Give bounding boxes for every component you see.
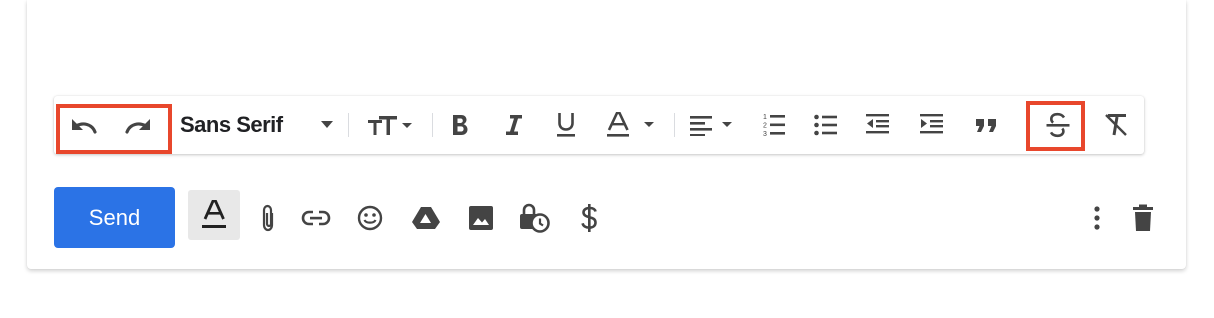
svg-text:3: 3 [763,131,767,138]
toolbar-divider [674,113,675,137]
remove-formatting-icon[interactable] [1098,96,1134,154]
quote-icon[interactable] [970,96,1004,154]
formatting-options-icon[interactable] [188,190,240,240]
indent-more-icon[interactable] [914,96,950,154]
chevron-down-icon[interactable] [316,96,338,154]
confidential-mode-icon[interactable] [514,187,554,248]
drive-icon[interactable] [406,187,446,248]
strikethrough-icon[interactable] [1040,96,1076,154]
numbered-list-icon[interactable]: 1 2 3 [756,96,792,154]
send-button[interactable]: Send [54,187,175,248]
bold-icon[interactable] [444,96,476,154]
dollar-icon[interactable] [574,187,604,248]
photo-icon[interactable] [462,187,500,248]
trash-icon[interactable] [1126,187,1160,248]
font-family-label: Sans Serif [180,112,283,137]
emoji-icon[interactable] [352,187,388,248]
italic-icon[interactable] [498,96,530,154]
text-size-icon[interactable] [360,96,422,154]
more-options-icon[interactable] [1086,187,1108,248]
text-color-icon[interactable] [602,96,662,154]
undo-icon[interactable] [64,96,104,154]
align-left-icon[interactable] [684,96,742,154]
formatting-toolbar: Sans Serif 1 2 3 [54,96,1144,154]
attach-icon[interactable] [253,187,283,248]
toolbar-divider [432,113,433,137]
bulleted-list-icon[interactable] [808,96,844,154]
underline-icon[interactable] [550,96,582,154]
indent-less-icon[interactable] [860,96,896,154]
svg-text:2: 2 [763,123,767,130]
toolbar-divider [348,113,349,137]
font-family-select[interactable]: Sans Serif [180,96,300,154]
link-icon[interactable] [296,187,336,248]
svg-text:1: 1 [763,114,767,121]
redo-icon[interactable] [118,96,158,154]
